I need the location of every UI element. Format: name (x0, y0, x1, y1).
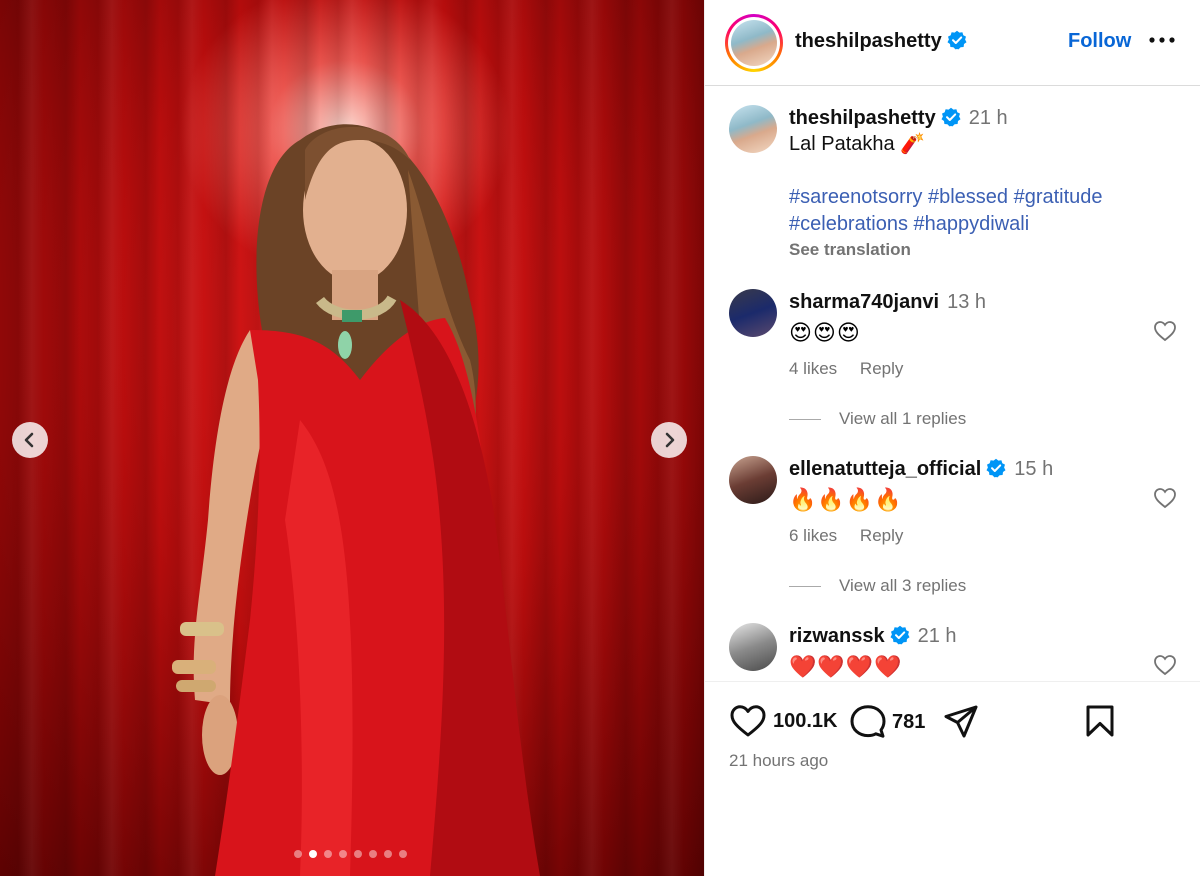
view-replies-button[interactable]: View all 1 replies (789, 409, 966, 429)
hashtag-link[interactable]: #gratitude (1014, 186, 1103, 208)
chevron-right-icon (665, 432, 675, 448)
reply-button[interactable]: Reply (860, 359, 903, 378)
reply-button[interactable]: Reply (860, 526, 903, 545)
comment-button[interactable]: 781 (850, 704, 925, 740)
share-button[interactable] (943, 704, 979, 740)
chevron-left-icon (24, 432, 34, 448)
woman-in-red-saree-image (172, 124, 540, 876)
replies-divider (789, 585, 821, 587)
carousel-dot (294, 850, 302, 858)
view-replies-label: View all 1 replies (839, 409, 967, 428)
hashtag-link[interactable]: #sareenotsorry (789, 186, 922, 208)
see-translation-link[interactable]: See translation (789, 240, 1189, 260)
like-button[interactable]: 100.1K (729, 704, 838, 738)
carousel-next-button[interactable] (651, 422, 687, 458)
caption-time: 21 h (968, 107, 1008, 129)
commenter-avatar[interactable] (729, 456, 777, 504)
verified-icon (947, 30, 967, 50)
save-button[interactable] (1085, 704, 1115, 738)
comment-time: 21 h (917, 625, 957, 647)
action-bar: 100.1K 781 21 hours ago (705, 681, 1200, 876)
view-replies-button[interactable]: View all 3 replies (789, 576, 966, 596)
carousel-dot (384, 850, 392, 858)
share-icon (944, 705, 978, 738)
follow-button[interactable]: Follow (1068, 30, 1131, 53)
comment-likes[interactable]: 6 likes (789, 526, 837, 545)
commenter-username[interactable]: rizwanssk (789, 625, 885, 647)
comment-time: 13 h (947, 291, 987, 313)
author-avatar-image (731, 20, 777, 66)
caption-hashtags: #sareenotsorry #blessed #gratitude #cele… (789, 184, 1189, 238)
verified-icon (986, 458, 1006, 478)
carousel-dot (309, 850, 317, 858)
comment-text: 🔥🔥🔥🔥 (789, 487, 903, 512)
comment-text: 😍😍😍 (789, 320, 861, 345)
heart-icon[interactable] (1153, 486, 1177, 510)
comment-count: 781 (892, 710, 926, 733)
comment-icon (850, 705, 886, 738)
comment-text: ❤️❤️❤️❤️ (789, 654, 903, 679)
more-icon[interactable] (1147, 28, 1177, 52)
comment-likes[interactable]: 4 likes (789, 359, 837, 378)
carousel-dot (399, 850, 407, 858)
commenter-avatar[interactable] (729, 289, 777, 337)
carousel-dot (369, 850, 377, 858)
view-replies-label: View all 3 replies (839, 576, 967, 595)
verified-icon (890, 625, 910, 645)
post-details-panel: theshilpashetty Follow theshilpashetty 21… (704, 0, 1200, 876)
carousel-dot (354, 850, 362, 858)
commenter-avatar[interactable] (729, 623, 777, 671)
replies-divider (789, 418, 821, 420)
hashtag-link[interactable]: #celebrations (789, 213, 908, 235)
comments-section[interactable]: theshilpashetty 21 h Lal Patakha 🧨 #saree… (705, 87, 1200, 681)
author-username[interactable]: theshilpashetty (795, 30, 942, 52)
author-avatar[interactable] (725, 14, 783, 72)
commenter-username[interactable]: ellenatutteja_official (789, 458, 981, 480)
heart-icon[interactable] (1153, 653, 1177, 677)
caption-text: Lal Patakha 🧨 (789, 133, 926, 155)
carousel-dot (339, 850, 347, 858)
author-username-line: theshilpashetty (795, 30, 967, 53)
commenter-username[interactable]: sharma740janvi (789, 291, 939, 313)
caption-username[interactable]: theshilpashetty (789, 107, 936, 129)
post-photo[interactable] (0, 0, 704, 876)
hashtag-link[interactable]: #happydiwali (914, 213, 1030, 235)
post-header: theshilpashetty Follow (705, 0, 1200, 86)
heart-icon[interactable] (1153, 319, 1177, 343)
post-timestamp: 21 hours ago (729, 751, 829, 770)
like-count: 100.1K (773, 709, 838, 732)
heart-icon (730, 705, 766, 737)
carousel-prev-button[interactable] (12, 422, 48, 458)
caption-avatar[interactable] (729, 105, 777, 153)
hashtag-link[interactable]: #blessed (928, 186, 1008, 208)
verified-icon (941, 107, 961, 127)
comment-time: 15 h (1014, 458, 1054, 480)
carousel-dot (324, 850, 332, 858)
bookmark-icon (1086, 705, 1114, 737)
carousel-indicator (294, 850, 407, 858)
